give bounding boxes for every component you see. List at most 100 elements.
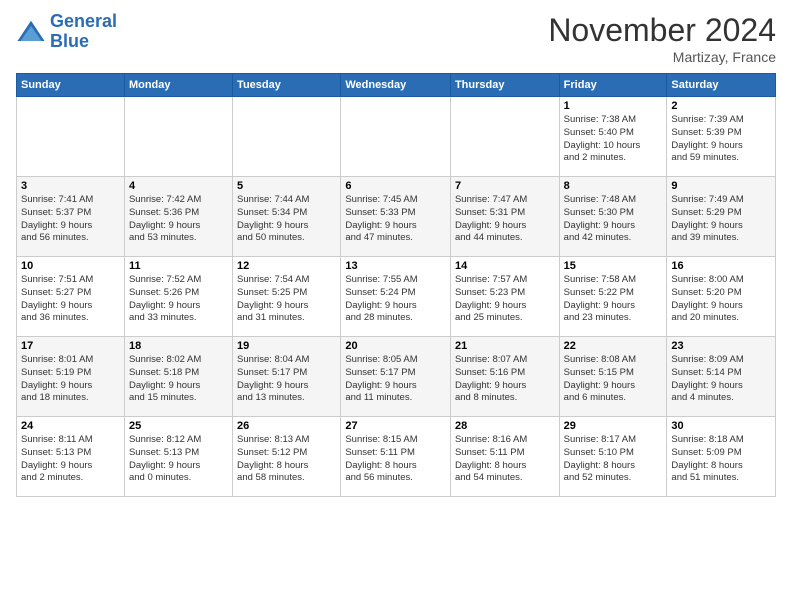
day-number: 21	[455, 340, 555, 352]
calendar-cell-w4-d2: 18Sunrise: 8:02 AM Sunset: 5:18 PM Dayli…	[124, 337, 232, 417]
col-friday: Friday	[559, 74, 667, 97]
calendar-cell-w5-d3: 26Sunrise: 8:13 AM Sunset: 5:12 PM Dayli…	[233, 417, 341, 497]
calendar-cell-w2-d5: 7 Sunrise: 7:47 AM Sunset: 5:31 PM Daylig…	[450, 177, 559, 257]
col-thursday: Thursday	[450, 74, 559, 97]
day-number: 12	[237, 260, 336, 272]
day-info: Sunrise: 8:07 AM Sunset: 5:16 PM Dayligh…	[455, 354, 555, 405]
col-tuesday: Tuesday	[233, 74, 341, 97]
col-sunday: Sunday	[17, 74, 125, 97]
calendar-cell-w1-d2	[124, 97, 232, 177]
day-info: Sunrise: 7:39 AM Sunset: 5:39 PM Dayligh…	[671, 114, 771, 165]
calendar-header-row: Sunday Monday Tuesday Wednesday Thursday…	[17, 74, 776, 97]
day-number: 2	[671, 100, 771, 112]
calendar-cell-w2-d1: 3Sunrise: 7:41 AM Sunset: 5:37 PM Daylig…	[17, 177, 125, 257]
day-number: 29	[564, 420, 663, 432]
day-info: Sunrise: 8:11 AM Sunset: 5:13 PM Dayligh…	[21, 434, 120, 485]
day-info: Sunrise: 8:04 AM Sunset: 5:17 PM Dayligh…	[237, 354, 336, 405]
day-number: 17	[21, 340, 120, 352]
logo: General Blue	[16, 12, 117, 52]
calendar-cell-w3-d5: 14 Sunrise: 7:57 AM Sunset: 5:23 PM Dayli…	[450, 257, 559, 337]
calendar-cell-w4-d5: 21 Sunrise: 8:07 AM Sunset: 5:16 PM Dayli…	[450, 337, 559, 417]
day-number: 10	[21, 260, 120, 272]
day-info: Sunrise: 7:57 AM Sunset: 5:23 PM Dayligh…	[455, 274, 555, 325]
day-info: Sunrise: 8:13 AM Sunset: 5:12 PM Dayligh…	[237, 434, 336, 485]
calendar-cell-w1-d1	[17, 97, 125, 177]
week-row-5: 24 Sunrise: 8:11 AM Sunset: 5:13 PM Dayli…	[17, 417, 776, 497]
day-info: Sunrise: 7:47 AM Sunset: 5:31 PM Dayligh…	[455, 194, 555, 245]
calendar-cell-w2-d4: 6 Sunrise: 7:45 AM Sunset: 5:33 PM Daylig…	[341, 177, 451, 257]
day-number: 27	[345, 420, 446, 432]
day-number: 15	[564, 260, 663, 272]
day-info: Sunrise: 8:16 AM Sunset: 5:11 PM Dayligh…	[455, 434, 555, 485]
day-number: 3	[21, 180, 120, 192]
day-info: Sunrise: 8:05 AM Sunset: 5:17 PM Dayligh…	[345, 354, 446, 405]
calendar-cell-w3-d4: 13 Sunrise: 7:55 AM Sunset: 5:24 PM Dayli…	[341, 257, 451, 337]
day-number: 1	[564, 100, 663, 112]
calendar-cell-w3-d1: 10 Sunrise: 7:51 AM Sunset: 5:27 PM Dayli…	[17, 257, 125, 337]
calendar-cell-w5-d2: 25 Sunrise: 8:12 AM Sunset: 5:13 PM Dayli…	[124, 417, 232, 497]
day-info: Sunrise: 8:12 AM Sunset: 5:13 PM Dayligh…	[129, 434, 228, 485]
day-info: Sunrise: 7:55 AM Sunset: 5:24 PM Dayligh…	[345, 274, 446, 325]
day-info: Sunrise: 7:52 AM Sunset: 5:26 PM Dayligh…	[129, 274, 228, 325]
calendar-cell-w1-d6: 1 Sunrise: 7:38 AM Sunset: 5:40 PM Daylig…	[559, 97, 667, 177]
day-info: Sunrise: 7:44 AM Sunset: 5:34 PM Dayligh…	[237, 194, 336, 245]
calendar-cell-w4-d7: 23 Sunrise: 8:09 AM Sunset: 5:14 PM Dayli…	[667, 337, 776, 417]
day-info: Sunrise: 8:08 AM Sunset: 5:15 PM Dayligh…	[564, 354, 663, 405]
logo-line2: Blue	[50, 31, 89, 51]
calendar-cell-w2-d7: 9 Sunrise: 7:49 AM Sunset: 5:29 PM Daylig…	[667, 177, 776, 257]
day-number: 23	[671, 340, 771, 352]
day-info: Sunrise: 8:17 AM Sunset: 5:10 PM Dayligh…	[564, 434, 663, 485]
day-info: Sunrise: 7:58 AM Sunset: 5:22 PM Dayligh…	[564, 274, 663, 325]
day-info: Sunrise: 7:49 AM Sunset: 5:29 PM Dayligh…	[671, 194, 771, 245]
day-number: 11	[129, 260, 228, 272]
day-number: 20	[345, 340, 446, 352]
day-number: 16	[671, 260, 771, 272]
calendar-cell-w3-d3: 12 Sunrise: 7:54 AM Sunset: 5:25 PM Dayli…	[233, 257, 341, 337]
calendar-cell-w2-d3: 5Sunrise: 7:44 AM Sunset: 5:34 PM Daylig…	[233, 177, 341, 257]
calendar-cell-w1-d5	[450, 97, 559, 177]
day-info: Sunrise: 7:45 AM Sunset: 5:33 PM Dayligh…	[345, 194, 446, 245]
day-number: 9	[671, 180, 771, 192]
day-number: 6	[345, 180, 446, 192]
day-number: 19	[237, 340, 336, 352]
day-number: 7	[455, 180, 555, 192]
calendar-cell-w1-d4	[341, 97, 451, 177]
calendar-cell-w5-d5: 28Sunrise: 8:16 AM Sunset: 5:11 PM Dayli…	[450, 417, 559, 497]
week-row-2: 3Sunrise: 7:41 AM Sunset: 5:37 PM Daylig…	[17, 177, 776, 257]
calendar-cell-w4-d1: 17 Sunrise: 8:01 AM Sunset: 5:19 PM Dayli…	[17, 337, 125, 417]
week-row-4: 17 Sunrise: 8:01 AM Sunset: 5:19 PM Dayli…	[17, 337, 776, 417]
calendar-cell-w2-d2: 4 Sunrise: 7:42 AM Sunset: 5:36 PM Daylig…	[124, 177, 232, 257]
logo-line1: General	[50, 11, 117, 31]
day-info: Sunrise: 7:51 AM Sunset: 5:27 PM Dayligh…	[21, 274, 120, 325]
calendar-cell-w3-d7: 16 Sunrise: 8:00 AM Sunset: 5:20 PM Dayli…	[667, 257, 776, 337]
col-saturday: Saturday	[667, 74, 776, 97]
col-monday: Monday	[124, 74, 232, 97]
calendar-cell-w5-d6: 29 Sunrise: 8:17 AM Sunset: 5:10 PM Dayli…	[559, 417, 667, 497]
calendar-table: Sunday Monday Tuesday Wednesday Thursday…	[16, 73, 776, 497]
day-info: Sunrise: 7:54 AM Sunset: 5:25 PM Dayligh…	[237, 274, 336, 325]
logo-icon	[16, 17, 46, 47]
week-row-1: 1 Sunrise: 7:38 AM Sunset: 5:40 PM Daylig…	[17, 97, 776, 177]
calendar-cell-w5-d4: 27 Sunrise: 8:15 AM Sunset: 5:11 PM Dayli…	[341, 417, 451, 497]
day-info: Sunrise: 8:15 AM Sunset: 5:11 PM Dayligh…	[345, 434, 446, 485]
day-info: Sunrise: 7:38 AM Sunset: 5:40 PM Dayligh…	[564, 114, 663, 165]
title-block: November 2024 Martizay, France	[548, 12, 776, 65]
day-number: 22	[564, 340, 663, 352]
day-number: 18	[129, 340, 228, 352]
month-title: November 2024	[548, 12, 776, 49]
day-info: Sunrise: 8:00 AM Sunset: 5:20 PM Dayligh…	[671, 274, 771, 325]
day-info: Sunrise: 8:09 AM Sunset: 5:14 PM Dayligh…	[671, 354, 771, 405]
header: General Blue November 2024 Martizay, Fra…	[16, 12, 776, 65]
calendar-cell-w4-d6: 22 Sunrise: 8:08 AM Sunset: 5:15 PM Dayli…	[559, 337, 667, 417]
day-number: 25	[129, 420, 228, 432]
logo-text: General Blue	[50, 12, 117, 52]
calendar-cell-w5-d1: 24 Sunrise: 8:11 AM Sunset: 5:13 PM Dayli…	[17, 417, 125, 497]
day-number: 13	[345, 260, 446, 272]
day-number: 14	[455, 260, 555, 272]
day-info: Sunrise: 7:42 AM Sunset: 5:36 PM Dayligh…	[129, 194, 228, 245]
day-number: 4	[129, 180, 228, 192]
calendar-cell-w3-d2: 11 Sunrise: 7:52 AM Sunset: 5:26 PM Dayli…	[124, 257, 232, 337]
day-number: 24	[21, 420, 120, 432]
day-info: Sunrise: 8:01 AM Sunset: 5:19 PM Dayligh…	[21, 354, 120, 405]
calendar-cell-w1-d7: 2 Sunrise: 7:39 AM Sunset: 5:39 PM Daylig…	[667, 97, 776, 177]
